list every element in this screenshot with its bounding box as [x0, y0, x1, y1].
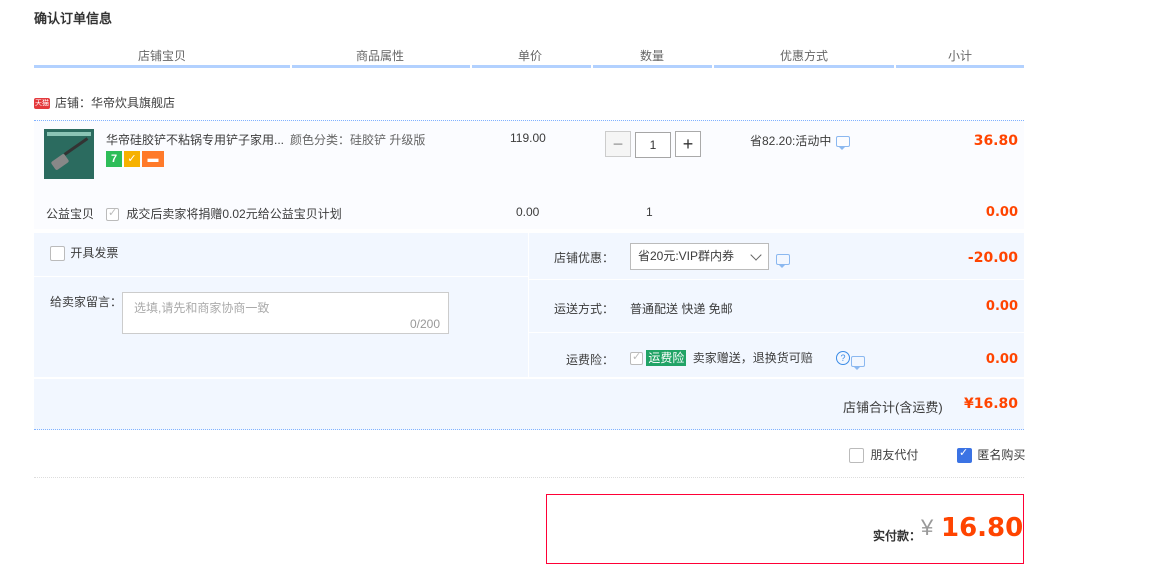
column-header: 商品属性	[355, 49, 404, 63]
product-attribute: 颜色分类：硅胶铲 升级版	[290, 133, 426, 147]
divider	[34, 477, 1024, 479]
shipping-method: 普通配送 快递 免邮	[630, 302, 733, 316]
insurance-text: 卖家赠送，退换货可赔	[692, 351, 813, 365]
anonymous-checkbox[interactable]	[957, 446, 972, 464]
currency-symbol: ¥	[921, 515, 934, 540]
quantity-increase-button[interactable]: +	[675, 131, 701, 157]
shop-total-amount: ¥16.80	[964, 396, 1019, 412]
charity-text: 成交后卖家将捐赠0.02元给公益宝贝计划	[126, 207, 342, 221]
item-subtotal: 36.80	[973, 133, 1018, 149]
column-header: 优惠方式	[779, 49, 828, 63]
shop-discount-amount: -20.00	[967, 250, 1018, 266]
charity-quantity: 1	[646, 205, 653, 219]
invoice-checkbox[interactable]	[50, 246, 65, 262]
header-underline	[34, 65, 1024, 68]
charity-price: 0.00	[516, 205, 540, 219]
chat-icon[interactable]	[776, 254, 790, 269]
chevron-down-icon	[750, 249, 762, 261]
promotion-info: 省82.20:活动中	[750, 132, 851, 151]
insurance-option: 运费险 卖家赠送，退换货可赔	[630, 349, 813, 366]
insurance-amount: 0.00	[985, 352, 1018, 367]
message-placeholder: 选填,请先和商家协商一致	[134, 301, 270, 315]
unit-price: 119.00	[510, 131, 546, 145]
product-thumbnail[interactable]	[44, 129, 94, 179]
insurance-tag: 运费险	[646, 350, 687, 366]
payment-amount: 16.80	[941, 513, 1024, 543]
invoice-option[interactable]: 开具发票	[50, 244, 119, 262]
friend-pay-option[interactable]: 朋友代付	[849, 446, 919, 464]
service-badges: 7 ✓ ▬	[106, 151, 166, 167]
message-label: 给卖家留言：	[50, 295, 123, 309]
quantity-stepper: − 1 +	[605, 131, 701, 158]
column-header: 店铺宝贝	[137, 49, 186, 63]
seven-day-return-icon: 7	[106, 151, 122, 167]
payment-label: 实付款：	[873, 529, 922, 543]
table-header: 店铺宝贝 商品属性 单价 数量 优惠方式 小计	[34, 46, 1024, 68]
product-name-link[interactable]: 华帝硅胶铲不粘锅专用铲子家用...	[106, 131, 286, 148]
message-counter: 0/200	[409, 317, 440, 331]
quantity-decrease-button[interactable]: −	[605, 131, 631, 157]
shop-row: 天猫 店铺：华帝炊具旗舰店	[34, 94, 175, 112]
chat-icon[interactable]	[836, 136, 851, 151]
help-icon[interactable]: ?	[836, 351, 850, 365]
friend-pay-label: 朋友代付	[870, 448, 919, 462]
chat-icon[interactable]	[851, 356, 866, 371]
charity-subtotal: 0.00	[985, 205, 1018, 220]
column-header: 单价	[517, 49, 542, 63]
charity-label: 公益宝贝	[46, 207, 95, 221]
credit-card-icon: ▬	[142, 151, 164, 167]
shield-icon: ✓	[124, 151, 140, 167]
tmall-icon: 天猫	[34, 98, 50, 110]
column-header: 数量	[639, 49, 664, 63]
insurance-label: 运费险：	[566, 353, 615, 367]
charity-checkbox	[106, 206, 119, 222]
coupon-select[interactable]: 省20元:VIP群内券	[630, 243, 769, 270]
shop-discount-label: 店铺优惠：	[554, 251, 615, 265]
promotion-text: 省82.20:活动中	[750, 134, 832, 148]
shop-name-link[interactable]: 店铺：华帝炊具旗舰店	[55, 96, 175, 110]
anonymous-label: 匿名购买	[977, 448, 1026, 462]
coupon-selected-value: 省20元:VIP群内券	[638, 249, 735, 263]
anonymous-option[interactable]: 匿名购买	[957, 446, 1026, 464]
invoice-label: 开具发票	[70, 246, 119, 260]
shipping-label: 运送方式：	[554, 302, 615, 316]
column-header: 小计	[947, 49, 972, 63]
shipping-amount: 0.00	[985, 299, 1018, 314]
page-title: 确认订单信息	[34, 11, 113, 26]
payment-summary: 实付款： ¥ 16.80	[546, 494, 1024, 564]
charity-option: 成交后卖家将捐赠0.02元给公益宝贝计划	[106, 205, 342, 222]
quantity-input[interactable]: 1	[635, 132, 671, 158]
message-textarea[interactable]: 选填,请先和商家协商一致 0/200	[122, 292, 449, 334]
insurance-checkbox	[630, 350, 643, 366]
shop-total-label: 店铺合计(含运费)	[843, 400, 943, 415]
friend-pay-checkbox[interactable]	[849, 448, 864, 464]
